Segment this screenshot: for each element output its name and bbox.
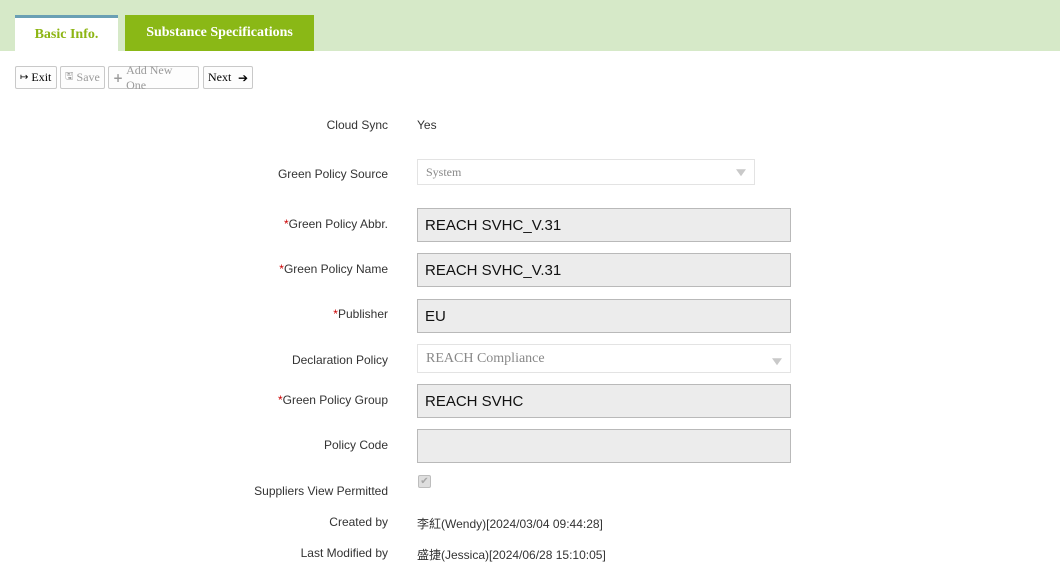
green-policy-source-select[interactable]: System [417,159,755,185]
green-policy-group-value: REACH SVHC [425,392,524,410]
green-policy-source-label: Green Policy Source [277,167,388,181]
policy-code-label: Policy Code [323,438,388,452]
cloud-sync-label: Cloud Sync [326,118,388,132]
next-button[interactable]: Next ➔ [203,66,253,89]
green-policy-name-label: *Green Policy Name [279,262,388,276]
publisher-input[interactable]: EU [417,299,791,333]
cloud-sync-value: Yes [417,118,437,132]
created-by-label: Created by [329,515,388,529]
created-by-value: 李紅(Wendy)[2024/03/04 09:44:28] [417,517,603,531]
save-button[interactable]: 🖫 Save [60,66,105,89]
last-modified-by-value: 盛捷(Jessica)[2024/06/28 15:10:05] [417,548,606,562]
exit-button-label: Exit [31,70,52,84]
publisher-label: *Publisher [333,307,388,321]
green-policy-group-label: *Green Policy Group [277,393,388,407]
suppliers-view-permitted-label: Suppliers View Permitted [254,484,388,498]
tab-substance-specifications[interactable]: Substance Specifications [125,15,314,51]
check-icon: ✔ [420,475,429,487]
last-modified-by-label: Last Modified by [300,546,388,560]
declaration-policy-select[interactable]: REACH Compliance [417,344,791,373]
green-policy-name-value: REACH SVHC_V.31 [425,261,562,279]
declaration-policy-label: Declaration Policy [291,353,388,367]
green-policy-group-input[interactable]: REACH SVHC [417,384,791,418]
add-new-one-button-label: Add New One [126,62,173,92]
green-policy-abbr-input[interactable]: REACH SVHC_V.31 [417,208,791,242]
suppliers-view-permitted-checkbox[interactable]: ✔ [418,475,431,488]
green-policy-abbr-value: REACH SVHC_V.31 [425,216,562,234]
exit-button[interactable]: ↦ Exit [15,66,57,89]
floppy-disk-icon: 🖫 [65,71,74,82]
declaration-policy-value: REACH Compliance [426,350,545,366]
sign-out-icon: ↦ [20,72,29,83]
add-new-one-button[interactable]: + Add New One [108,63,199,92]
tab-basic-info[interactable]: Basic Info. [15,15,118,51]
green-policy-abbr-label: *Green Policy Abbr. [283,217,388,231]
tab-basic-info-label: Basic Info. [34,26,99,42]
arrow-right-icon: ➔ [237,70,248,85]
next-button-label: Next [208,70,232,84]
caret-down-icon [736,169,746,177]
green-policy-source-value: System [426,164,462,179]
caret-down-icon [772,357,782,365]
tab-bar: Basic Info. Substance Specifications [0,0,1060,51]
green-policy-name-input[interactable]: REACH SVHC_V.31 [417,253,791,287]
tab-substance-specifications-label: Substance Specifications [146,25,293,40]
save-button-label: Save [76,70,100,84]
publisher-value: EU [425,307,446,325]
policy-code-input[interactable] [417,429,791,463]
plus-icon: + [113,70,124,85]
